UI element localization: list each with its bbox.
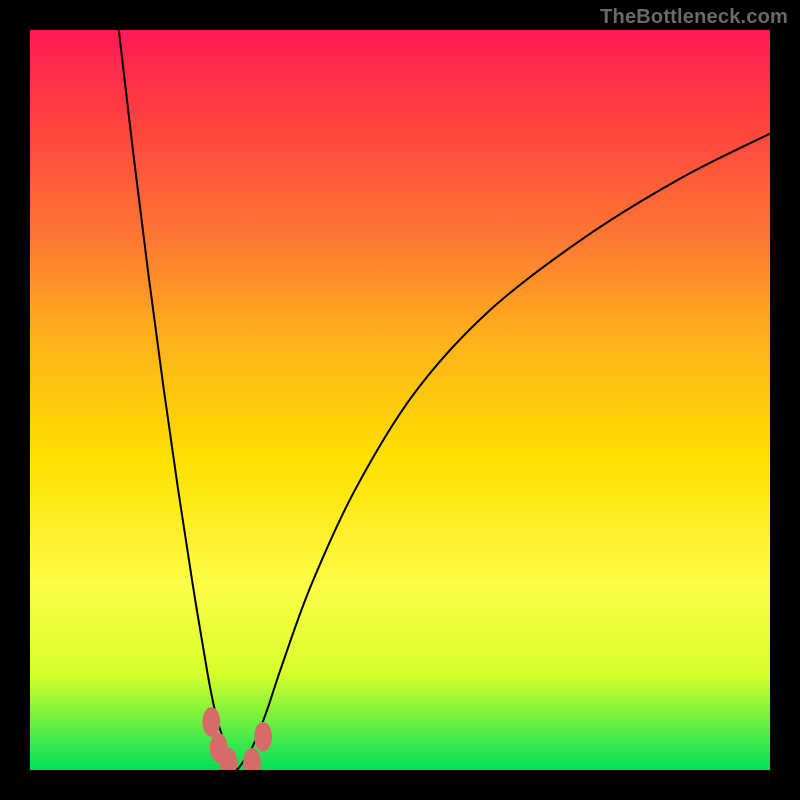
plot-area [30, 30, 770, 770]
optimal-marker [202, 707, 220, 737]
bottleneck-curve-right [237, 134, 770, 770]
bottleneck-curve-left [119, 30, 237, 770]
curve-svg [30, 30, 770, 770]
optimal-marker [254, 722, 272, 752]
optimal-marker [243, 748, 261, 770]
optimal-zone-markers [202, 707, 272, 770]
watermark-text: TheBottleneck.com [600, 6, 788, 29]
chart-frame: TheBottleneck.com [0, 0, 800, 800]
